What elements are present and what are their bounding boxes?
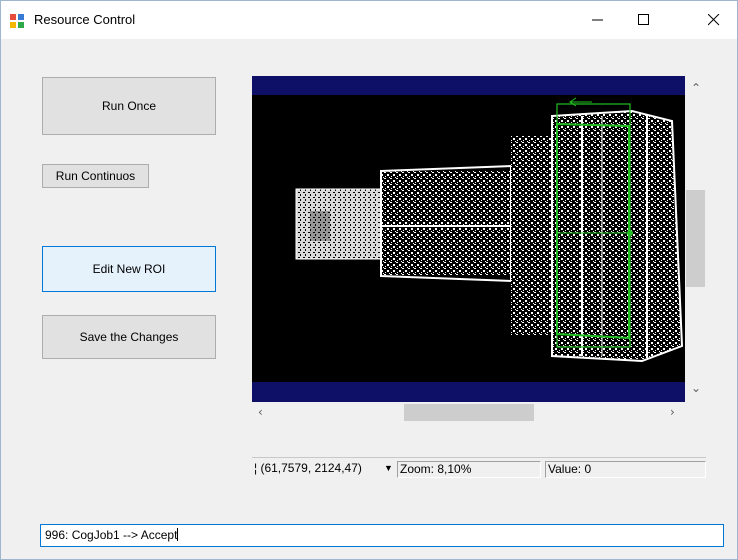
result-log-field[interactable]: 996: CogJob1 --> Accept <box>40 524 724 547</box>
minimize-button[interactable] <box>575 1 621 39</box>
display-bottom-band <box>252 382 685 402</box>
run-once-button[interactable]: Run Once <box>42 77 216 135</box>
resource-control-window: Resource Control Run Once Run Continuos … <box>0 0 738 560</box>
scrollbar-corner <box>685 402 706 423</box>
status-coordinates: ¦ (61,7579, 2124,47) <box>252 461 382 478</box>
vertical-scroll-thumb[interactable] <box>686 190 705 287</box>
horizontal-scrollbar[interactable]: ‹ › <box>252 402 685 423</box>
scroll-right-icon[interactable]: › <box>670 405 675 419</box>
status-zoom: Zoom: 8,10% <box>397 461 541 478</box>
vertical-scrollbar[interactable]: ⌃ ⌄ <box>685 76 706 402</box>
log-text: 996: CogJob1 --> Accept <box>45 528 178 542</box>
save-changes-button[interactable]: Save the Changes <box>42 315 216 359</box>
maximize-icon <box>638 14 649 25</box>
text-caret <box>177 528 179 541</box>
status-separator <box>252 457 706 458</box>
scroll-down-icon[interactable]: ⌄ <box>691 381 701 395</box>
app-icon <box>10 14 24 28</box>
edit-new-roi-button[interactable]: Edit New ROI <box>42 246 216 292</box>
minimize-icon <box>592 19 603 21</box>
title-bar[interactable]: Resource Control <box>1 1 737 39</box>
maximize-button[interactable] <box>621 1 667 39</box>
status-value: Value: 0 <box>545 461 706 478</box>
inspection-image <box>295 97 684 363</box>
image-display[interactable] <box>252 76 685 402</box>
coords-text: (61,7579, 2124,47) <box>260 461 362 475</box>
close-icon <box>708 14 720 26</box>
run-continuous-button[interactable]: Run Continuos <box>42 164 149 188</box>
status-bar: ¦ (61,7579, 2124,47) ▼ Zoom: 8,10% Value… <box>252 459 706 481</box>
scroll-left-icon[interactable]: ‹ <box>258 405 263 419</box>
horizontal-scroll-thumb[interactable] <box>404 404 534 421</box>
window-title: Resource Control <box>34 12 136 27</box>
scroll-up-icon[interactable]: ⌃ <box>691 81 701 95</box>
coords-dropdown-icon[interactable]: ▼ <box>384 463 393 473</box>
close-button[interactable] <box>691 1 737 39</box>
